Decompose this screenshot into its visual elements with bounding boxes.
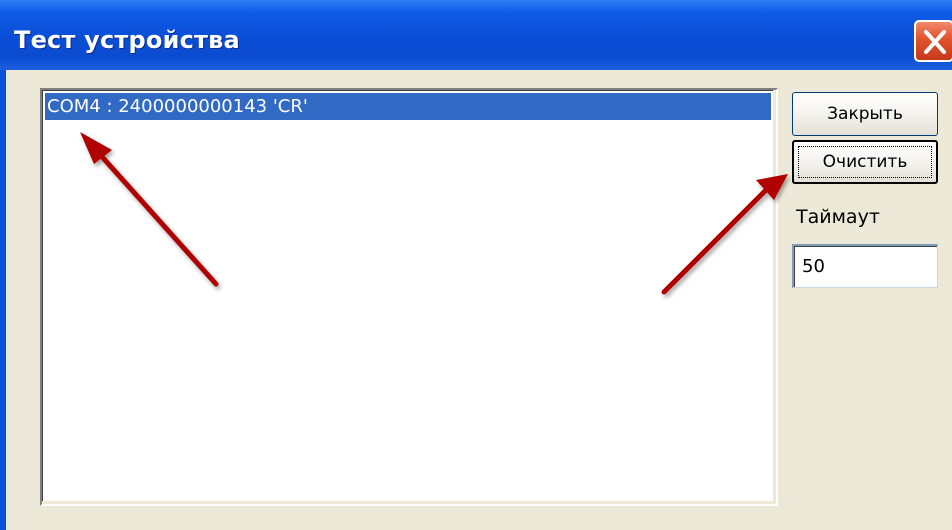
focus-rect [798, 146, 932, 178]
title-bar[interactable]: Тест устройства [0, 0, 952, 70]
list-item[interactable]: COM4 : 2400000000143 'CR' [45, 93, 771, 120]
close-button[interactable]: Закрыть [792, 92, 938, 136]
timeout-input[interactable] [792, 244, 938, 288]
clear-button[interactable]: Очистить [792, 140, 938, 184]
window-title: Тест устройства [14, 26, 240, 54]
timeout-label: Таймаут [796, 206, 880, 228]
close-window-button[interactable] [914, 20, 952, 62]
list-frame [42, 90, 776, 504]
close-icon [924, 30, 946, 54]
dialog-window: Тест устройства COM4 : 2400000000143 'CR… [0, 0, 952, 530]
device-output-list[interactable]: COM4 : 2400000000143 'CR' [40, 88, 778, 506]
